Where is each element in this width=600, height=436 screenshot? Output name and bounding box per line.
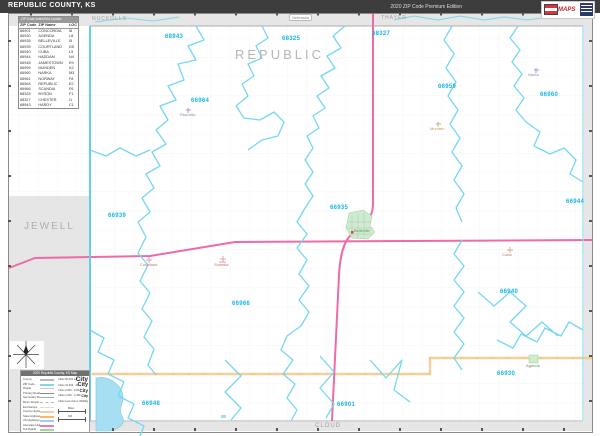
neighbor-county-nuckolls: NUCKOLLS [92,16,127,22]
zip-table-cell-zip: 68943 [20,103,31,108]
zip-code-label: 66901 [337,402,356,408]
zip-code-label: 68327 [372,31,391,37]
map-legend: 2020 Republic County, KS Map County ZIP C… [20,370,90,433]
publisher-logo: MAPS [541,1,595,19]
zip-code-label: 66948 [142,401,161,407]
scale-km-label: KM [68,415,72,418]
legend-city-classes: Cities 50,000 and AboveCityCities 10,000… [58,376,88,404]
city-name-label: Scandia [214,262,229,267]
legend-item-label: Secondary Roads [23,395,40,400]
legend-item-label: Interstate Highways [23,422,40,427]
city-name-label: Munden [430,126,445,131]
zip-code-label: 66935 [330,205,349,211]
legend-road-item: Toll Roads [23,427,56,432]
legend-scale-bars: Miles KM [58,407,87,423]
legend-item-label: Toll Roads [23,427,37,432]
neighbor-county-cloud: CLOUD [315,423,342,429]
city-name-label: Republic [180,112,196,117]
legend-item-swatch [40,400,54,404]
legend-item-label: ZIP Code [23,381,35,386]
legend-city-sample: City [82,399,88,404]
section-grid [9,26,584,422]
zip-code-label: 66966 [232,301,251,307]
legend-city-class-label: Cities 10,000 - 49,999 [58,383,78,387]
legend-item-swatch [40,382,54,386]
legend-item-swatch [40,386,54,390]
scale-km: KM [58,415,87,423]
legend-item-label: Primary Roads [23,390,40,395]
logo-badge [580,3,593,16]
legend-item-label: Roads [23,386,32,391]
zip-code-label: 66960 [540,92,559,98]
legend-item-swatch [40,391,54,395]
zip-table-row: 66944 HADDAM N4 [19,55,78,60]
city-name-label: Narka [528,72,539,77]
zip-table-cell-loc: C1 [68,103,74,108]
legend-item-swatch [40,405,54,409]
map-sheet: { "header": { "title": "REPUBLIC COUNTY,… [0,0,600,436]
legend-item-label: Exit Ramps [23,404,38,409]
zip-table-row: 66960 NARKA M3 [19,71,78,76]
legend-city-sample: City [79,387,88,393]
legend-city-class-label: Cities 1,000 - 2,499 [58,394,81,398]
legend-city-class-label: Cities 50,000 and Above [58,378,76,382]
neighbor-county-jewell: JEWELL [24,221,75,232]
legend-item-swatch [40,414,54,418]
zip-table-row: 68943 HARDY C1 [19,103,78,108]
zip-code-label: 68325 [282,36,301,42]
legend-city-sample: City [81,393,88,398]
zip-table-header-cell: ZIP Code [19,22,38,29]
state-label: Nebraska [289,14,313,21]
zip-code-label: 66940 [500,289,519,295]
county-name-label: REPUBLIC [235,47,325,62]
zip-table-header-cell: LOC [67,22,78,29]
scale-miles-label: Miles [68,407,75,410]
pond [221,415,226,418]
logo-text: MAPS [558,7,576,13]
zip-code-label: 66939 [108,213,127,219]
legend-item-swatch [40,423,54,427]
zip-code-label: 66930 [497,371,516,377]
legend-item-label: County Highways [23,409,40,414]
zip-table-row: 68325 BYRON F1 [19,92,78,97]
city-name-label: Courtland [140,262,158,267]
city-name-label: Agenda [526,363,540,368]
city-name-label: Cuba [502,252,512,257]
legend-city-class: Cities Less than 1,000 City [58,399,88,404]
zip-index-table: ZIP Code Index/Grid Locator ZIP Code ZIP … [18,16,79,110]
legend-item-label: County [23,377,32,382]
scale-miles: Miles [58,407,87,415]
zip-code-label: 66964 [191,98,210,104]
legend-item-swatch [40,409,54,414]
legend-item-swatch [40,418,54,423]
zip-table-row: 66935 BELLEVILLE I5 [19,39,78,44]
legend-item-swatch [40,395,54,399]
zip-code-label: 66944 [566,199,585,205]
flag-icon [544,4,558,15]
zip-table-cell-name: HARDY [38,103,52,108]
city-name-label: Belleville [354,228,370,233]
legend-item-label: US Highways [23,418,40,423]
legend-item-label: Minor Roads [23,400,39,404]
legend-road-items: County ZIP Code Roads Primary Roads Secondar… [23,377,56,432]
legend-city-class-label: Cities 2,500 - 9,999 [58,388,80,392]
legend-city-class-label: Cities Less than 1,000 [58,399,83,403]
legend-item-swatch [40,377,54,381]
neighbor-county-thayer: THAYER [381,15,407,21]
zip-code-label: 66959 [438,84,457,90]
agenda-area [528,354,539,364]
legend-item-swatch [40,427,54,432]
compass-panel [10,341,44,369]
zip-code-label: 68943 [165,34,184,40]
legend-item-label: State Highways [23,413,40,418]
